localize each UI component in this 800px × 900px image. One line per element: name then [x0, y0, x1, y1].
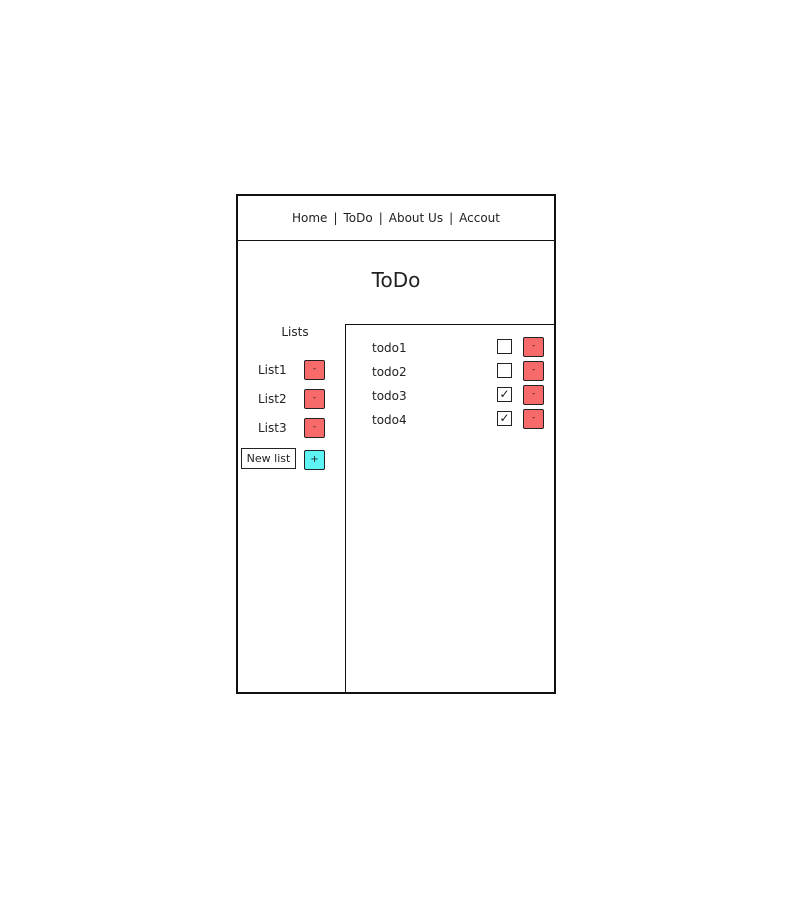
todo-item: todo2 - — [346, 361, 555, 383]
todo-item: todo1 - — [346, 337, 555, 359]
nav-link-account[interactable]: Accout — [459, 211, 500, 225]
todo-item-label: todo1 — [372, 341, 407, 355]
nav-link-home[interactable]: Home — [292, 211, 327, 225]
remove-list-button[interactable]: - — [304, 418, 325, 438]
list-item-label: List3 — [258, 421, 287, 435]
todo-item: todo3 ✓ - — [346, 385, 555, 407]
remove-todo-button[interactable]: - — [523, 385, 544, 405]
remove-list-button[interactable]: - — [304, 389, 325, 409]
list-item[interactable]: List1 - — [258, 360, 328, 382]
nav-link-about-us[interactable]: About Us — [389, 211, 443, 225]
list-item-label: List2 — [258, 392, 287, 406]
lists-heading: Lists — [281, 325, 309, 339]
list-item[interactable]: List3 - — [258, 418, 328, 440]
app-frame: Home | ToDo | About Us | Accout ToDo Lis… — [236, 194, 556, 694]
remove-todo-button[interactable]: - — [523, 409, 544, 429]
add-list-button[interactable]: + — [304, 450, 325, 470]
page-title: ToDo — [371, 268, 421, 292]
list-item-label: List1 — [258, 363, 287, 377]
navbar: Home | ToDo | About Us | Accout — [238, 196, 554, 241]
nav-link-todo[interactable]: ToDo — [343, 211, 372, 225]
todo-checkbox[interactable]: ✓ — [497, 411, 512, 426]
nav-separator: | — [449, 211, 454, 225]
todo-item-label: todo4 — [372, 413, 407, 427]
remove-todo-button[interactable]: - — [523, 361, 544, 381]
remove-list-button[interactable]: - — [304, 360, 325, 380]
todo-checkbox[interactable]: ✓ — [497, 387, 512, 402]
nav-separator: | — [333, 211, 338, 225]
list-item[interactable]: List2 - — [258, 389, 328, 411]
new-list-input[interactable] — [241, 448, 296, 469]
todo-item-label: todo3 — [372, 389, 407, 403]
todo-checkbox[interactable] — [497, 339, 512, 354]
todo-item: todo4 ✓ - — [346, 409, 555, 431]
todo-item-label: todo2 — [372, 365, 407, 379]
remove-todo-button[interactable]: - — [523, 337, 544, 357]
todo-panel: todo1 - todo2 - todo3 ✓ - todo4 ✓ - — [345, 324, 555, 693]
todo-checkbox[interactable] — [497, 363, 512, 378]
nav-separator: | — [378, 211, 383, 225]
